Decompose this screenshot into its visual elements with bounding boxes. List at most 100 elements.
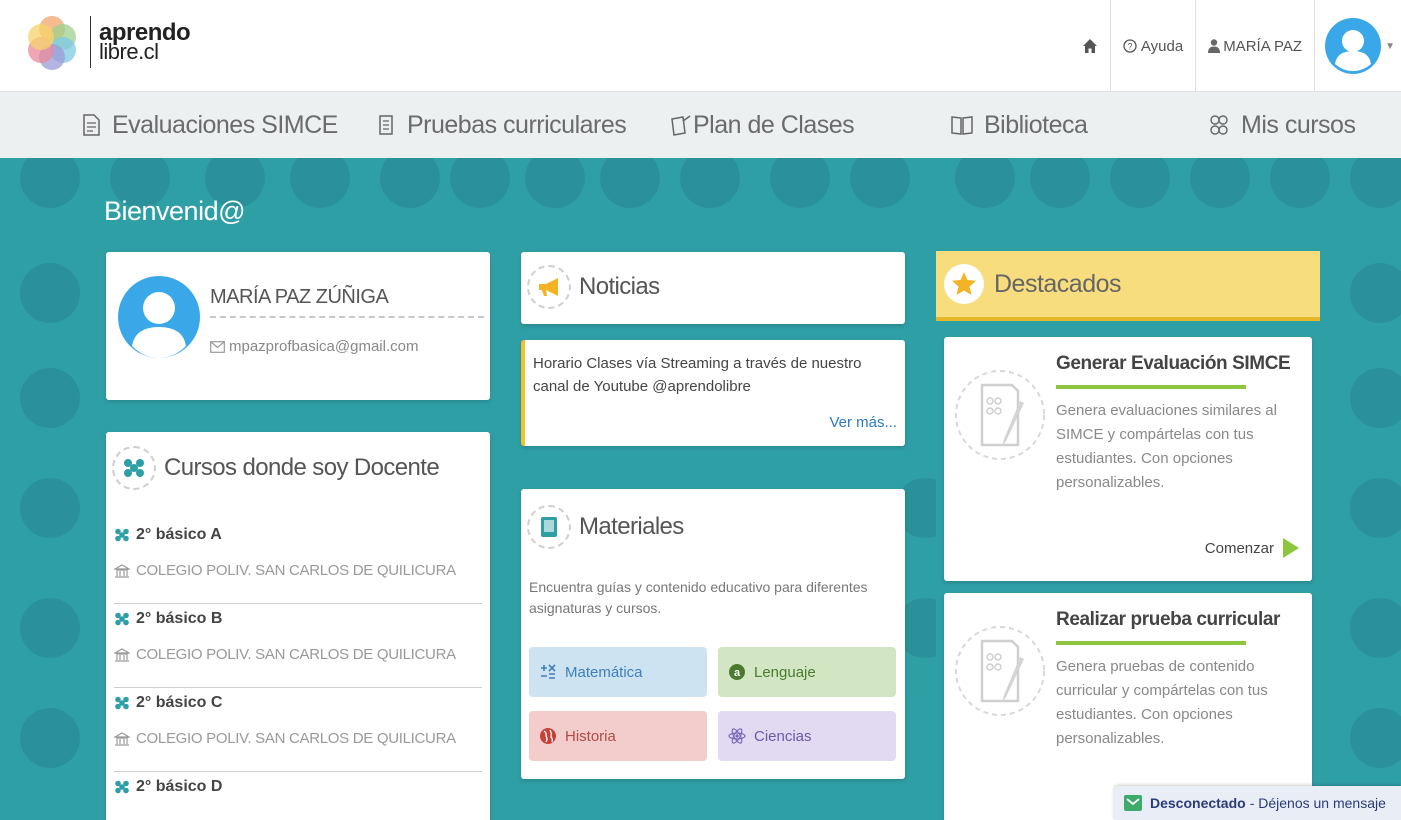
book-icon bbox=[951, 116, 973, 135]
course-item[interactable]: 2° básico D bbox=[114, 772, 482, 820]
home-link[interactable] bbox=[1070, 0, 1110, 92]
nav-mis-cursos[interactable]: Mis cursos bbox=[1207, 92, 1356, 158]
brand-name: aprendo libre.cl bbox=[99, 21, 191, 63]
nav-label: Evaluaciones SIMCE bbox=[112, 110, 338, 139]
course-item[interactable]: 2° básico A COLEGIO POLIV. SAN CARLOS DE… bbox=[114, 520, 482, 604]
course-school: COLEGIO POLIV. SAN CARLOS DE QUILICURA bbox=[136, 646, 456, 663]
user-avatar-menu[interactable]: ▼ bbox=[1314, 0, 1401, 92]
materials-card: Materiales Encuentra guías y contenido e… bbox=[521, 489, 905, 779]
course-list: 2° básico A COLEGIO POLIV. SAN CARLOS DE… bbox=[114, 520, 482, 820]
materials-description: Encuentra guías y contenido educativo pa… bbox=[529, 579, 868, 616]
course-name: 2° básico D bbox=[136, 778, 223, 795]
start-button[interactable]: Comenzar bbox=[1205, 537, 1300, 559]
users-icon bbox=[115, 696, 129, 710]
subject-label: Lenguaje bbox=[754, 663, 816, 681]
top-nav: ? Ayuda MARÍA PAZ ▼ bbox=[1070, 0, 1401, 92]
user-label: MARÍA PAZ bbox=[1223, 37, 1303, 55]
user-link[interactable]: MARÍA PAZ bbox=[1195, 0, 1314, 92]
help-label: Ayuda bbox=[1140, 37, 1184, 55]
welcome-heading: Bienvenid@ bbox=[104, 196, 246, 226]
course-school: COLEGIO POLIV. SAN CARLOS DE QUILICURA bbox=[136, 562, 456, 579]
nav-pruebas-curriculares[interactable]: Pruebas curriculares bbox=[375, 92, 627, 158]
news-header: Noticias bbox=[527, 265, 660, 309]
course-name: 2° básico B bbox=[136, 610, 223, 627]
profile-card: MARÍA PAZ ZÚÑIGA mpazprofbasica@gmail.co… bbox=[106, 252, 490, 400]
chat-widget-tab[interactable]: Desconectado - Déjenos un mensaje bbox=[1114, 786, 1401, 820]
svg-text:a: a bbox=[734, 667, 741, 679]
subject-historia-button[interactable]: Historia bbox=[529, 711, 707, 761]
news-item: Horario Clases vía Streaming a través de… bbox=[521, 340, 905, 446]
document-icon bbox=[83, 114, 100, 136]
featured-title-text: Realizar prueba curricular bbox=[1056, 609, 1281, 630]
featured-header: Destacados bbox=[936, 251, 1320, 321]
subject-matematica-button[interactable]: Matemática bbox=[529, 647, 707, 697]
user-icon bbox=[1208, 39, 1221, 53]
profile-avatar bbox=[118, 276, 200, 358]
avatar bbox=[1325, 18, 1382, 74]
svg-text:?: ? bbox=[1127, 42, 1132, 52]
book-icon bbox=[527, 505, 571, 549]
course-name: 2° básico A bbox=[136, 526, 222, 543]
news-title: Noticias bbox=[579, 273, 660, 300]
globe-icon bbox=[540, 728, 556, 744]
course-item[interactable]: 2° básico B COLEGIO POLIV. SAN CARLOS DE… bbox=[114, 604, 482, 688]
math-operators-icon bbox=[541, 664, 556, 679]
featured-title: Destacados bbox=[994, 269, 1122, 298]
featured-underline bbox=[1056, 385, 1246, 389]
courses-card: Cursos donde soy Docente 2° básico A COL… bbox=[106, 432, 490, 820]
profile-name: MARÍA PAZ ZÚÑIGA bbox=[210, 286, 389, 308]
subject-ciencias-button[interactable]: Ciencias bbox=[718, 711, 896, 761]
subject-lenguaje-button[interactable]: a Lenguaje bbox=[718, 647, 896, 697]
materials-title: Materiales bbox=[579, 513, 684, 540]
materials-header: Materiales bbox=[527, 505, 684, 549]
nav-plan-de-clases[interactable]: Plan de Clases bbox=[669, 92, 855, 158]
subject-label: Matemática bbox=[565, 663, 643, 681]
letter-a-icon: a bbox=[729, 664, 745, 680]
courses-header: Cursos donde soy Docente bbox=[112, 446, 440, 490]
subject-label: Historia bbox=[565, 727, 616, 745]
nav-label: Biblioteca bbox=[984, 110, 1088, 139]
users-icon bbox=[112, 446, 156, 490]
featured-title-text: Generar Evaluación SIMCE bbox=[1056, 353, 1291, 374]
course-item[interactable]: 2° básico C COLEGIO POLIV. SAN CARLOS DE… bbox=[114, 688, 482, 772]
course-name: 2° básico C bbox=[136, 694, 223, 711]
top-header: aprendo libre.cl ? Ayuda MARÍA PAZ ▼ bbox=[0, 0, 1401, 92]
featured-underline bbox=[1056, 641, 1246, 645]
profile-divider bbox=[210, 316, 484, 318]
profile-email-text: mpazprofbasica@gmail.com bbox=[229, 338, 419, 355]
flower-logo-icon bbox=[22, 12, 82, 72]
nav-label: Pruebas curriculares bbox=[407, 110, 627, 139]
help-link[interactable]: ? Ayuda bbox=[1109, 0, 1195, 92]
play-arrow-icon bbox=[1283, 538, 1299, 558]
star-icon bbox=[944, 264, 984, 304]
scroll-icon bbox=[379, 115, 393, 135]
users-icon bbox=[115, 528, 129, 542]
news-card: Noticias bbox=[521, 252, 905, 324]
nav-biblioteca[interactable]: Biblioteca bbox=[950, 92, 1088, 158]
school-building-icon bbox=[114, 563, 130, 578]
courses-title: Cursos donde soy Docente bbox=[164, 454, 440, 481]
featured-description: Genera evaluaciones similares al SIMCE y… bbox=[1056, 402, 1277, 491]
logo-divider bbox=[90, 16, 91, 68]
brand-logo[interactable]: aprendo libre.cl bbox=[22, 12, 191, 72]
main-nav: Evaluaciones SIMCE Pruebas curriculares … bbox=[0, 92, 1401, 158]
chat-status: Desconectado bbox=[1150, 795, 1246, 811]
chevron-down-icon: ▼ bbox=[1385, 40, 1395, 52]
featured-simce-card[interactable]: Generar Evaluación SIMCE Genera evaluaci… bbox=[944, 337, 1312, 581]
chat-check-icon bbox=[1124, 795, 1142, 811]
home-icon bbox=[1082, 39, 1097, 53]
group-icon bbox=[1210, 115, 1228, 135]
school-building-icon bbox=[114, 731, 130, 746]
nav-evaluaciones-simce[interactable]: Evaluaciones SIMCE bbox=[80, 92, 338, 158]
see-more-link[interactable]: Ver más... bbox=[829, 414, 897, 431]
test-sheet-pencil-icon bbox=[955, 626, 1045, 716]
nav-label: Plan de Clases bbox=[693, 110, 855, 139]
school-building-icon bbox=[114, 647, 130, 662]
test-sheet-pencil-icon bbox=[955, 370, 1045, 460]
lesson-plan-icon bbox=[671, 115, 691, 136]
users-icon bbox=[115, 612, 129, 626]
nav-label: Mis cursos bbox=[1241, 110, 1356, 139]
dashboard-content: Bienvenid@ MARÍA PAZ ZÚÑIGA mpazprofbasi… bbox=[0, 158, 1401, 820]
subject-label: Ciencias bbox=[754, 727, 812, 745]
profile-email: mpazprofbasica@gmail.com bbox=[210, 338, 418, 355]
